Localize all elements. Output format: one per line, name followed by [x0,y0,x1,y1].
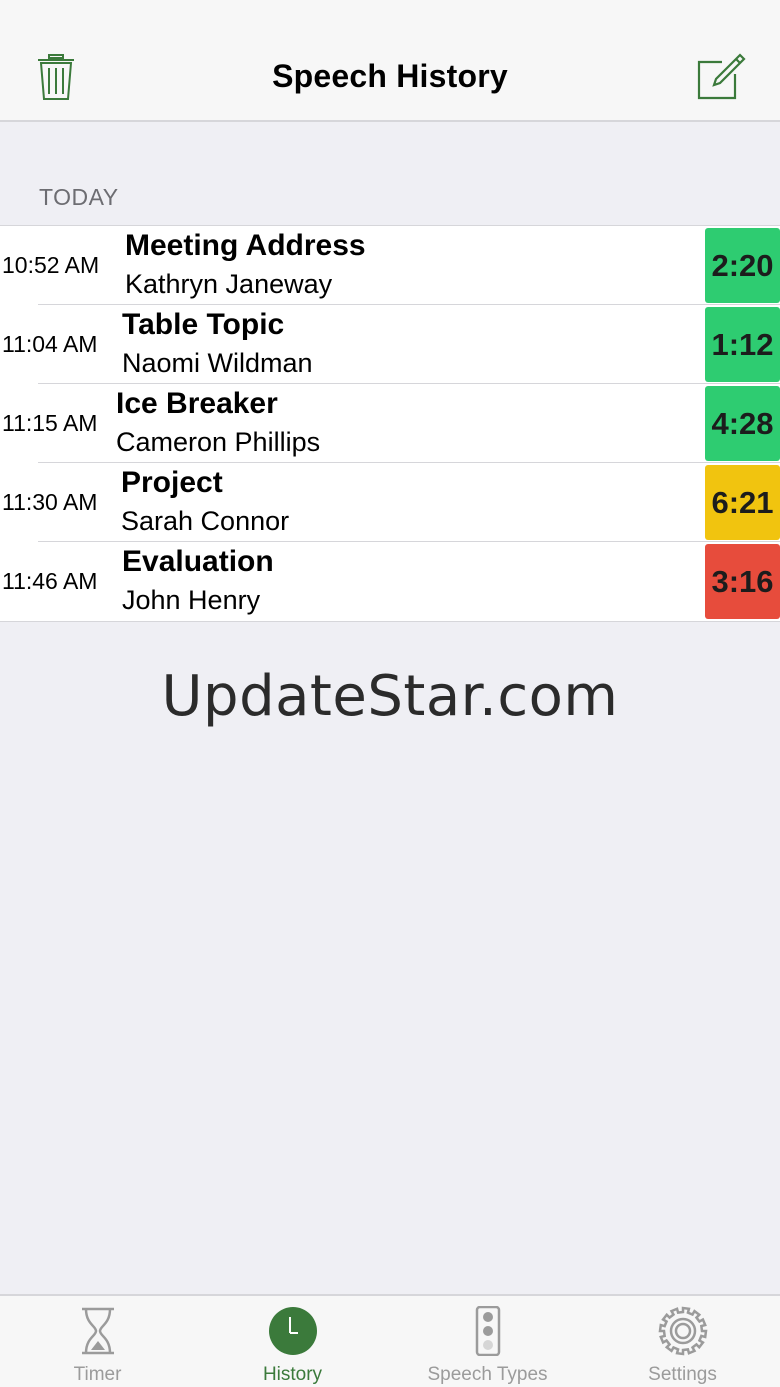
tab-bar: Timer History Speech Types Settings [0,1294,780,1387]
page-title: Speech History [272,58,508,94]
speech-time: 11:15 AM [2,410,98,436]
speech-time: 11:04 AM [2,331,98,357]
speech-time: 10:52 AM [2,252,100,278]
watermark-text: UpdateStar.com [161,664,619,729]
speech-type: Meeting Address [125,229,366,262]
hourglass-icon [81,1307,114,1355]
tab-label: History [262,1364,323,1385]
duration-badge: 2:20 [705,228,780,303]
speech-type: Project [121,466,223,499]
tab-history[interactable]: History [195,1296,390,1387]
speaker-name: Cameron Phillips [116,427,321,457]
clock-icon [268,1307,317,1355]
history-row[interactable]: 11:04 AM Table Topic Naomi Wildman 1:12 [0,305,780,384]
history-row[interactable]: 11:15 AM Ice Breaker Cameron Phillips 4:… [0,384,780,463]
speaker-name: John Henry [122,585,261,615]
tab-settings[interactable]: Settings [585,1296,780,1387]
history-row[interactable]: 11:46 AM Evaluation John Henry 3:16 [0,542,780,621]
tab-speech-types[interactable]: Speech Types [390,1296,585,1387]
tab-label: Settings [648,1364,717,1385]
tab-label: Speech Types [427,1364,548,1385]
speaker-name: Sarah Connor [121,506,290,536]
speaker-name: Kathryn Janeway [125,269,333,299]
speech-history-list: 10:52 AM Meeting Address Kathryn Janeway… [0,225,780,622]
navigation-bar: Speech History [0,0,780,122]
duration-badge: 3:16 [705,544,780,619]
section-header-today: TODAY [39,184,119,210]
duration-badge: 6:21 [705,465,780,540]
duration-badge: 4:28 [705,386,780,461]
tab-timer[interactable]: Timer [0,1296,195,1387]
speech-time: 11:30 AM [2,489,98,515]
gear-icon [658,1306,707,1356]
history-row[interactable]: 10:52 AM Meeting Address Kathryn Janeway… [0,226,780,305]
duration-badge: 1:12 [705,307,780,382]
speech-type: Evaluation [122,545,274,578]
speech-type: Ice Breaker [116,387,278,420]
history-row[interactable]: 11:30 AM Project Sarah Connor 6:21 [0,463,780,542]
traffic-light-icon [475,1306,500,1356]
speech-time: 11:46 AM [2,568,98,594]
new-speech-button[interactable] [694,52,746,102]
compose-icon [697,53,746,100]
speech-type: Table Topic [122,308,285,341]
speaker-name: Naomi Wildman [122,348,313,378]
tab-label: Timer [73,1364,122,1385]
